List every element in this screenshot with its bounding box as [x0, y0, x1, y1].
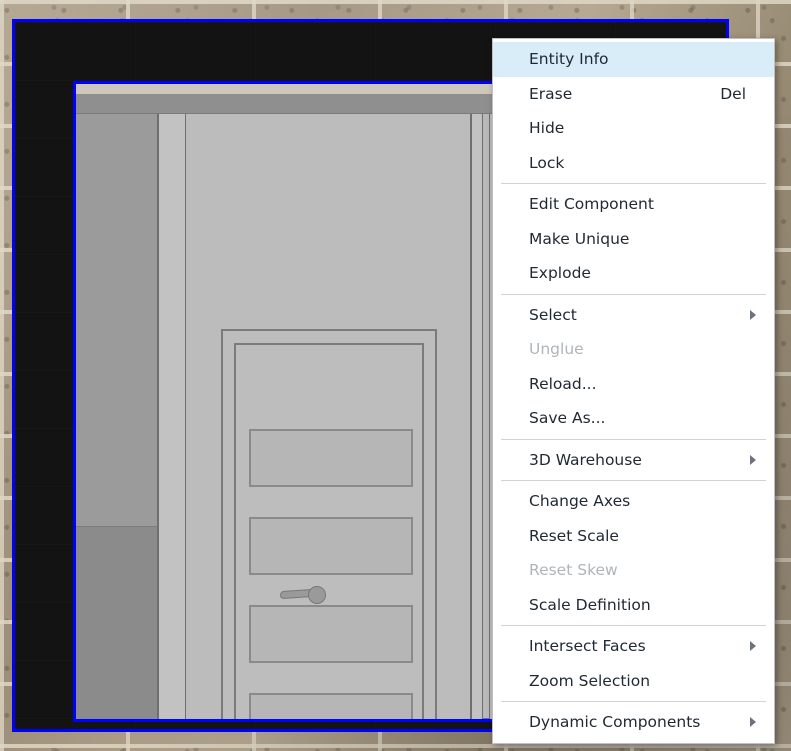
menu-item-label: Edit Component [529, 195, 654, 214]
left-wall-shadow-face [76, 526, 158, 719]
menu-item-dynamic-components[interactable]: Dynamic Components [493, 705, 774, 740]
door-panel-4 [249, 693, 413, 719]
chevron-right-icon [750, 641, 756, 652]
menu-separator [501, 293, 766, 295]
menu-separator [501, 701, 766, 702]
menu-item-label: Explode [529, 264, 591, 283]
menu-item-label: Save As... [529, 409, 606, 428]
menu-item-reset-scale[interactable]: Reset Scale [493, 519, 774, 554]
menu-item-intersect-faces[interactable]: Intersect Faces [493, 629, 774, 664]
menu-item-label: Unglue [529, 340, 584, 359]
menu-item-explode[interactable]: Explode [493, 256, 774, 291]
menu-item-entity-info[interactable]: Entity Info [493, 42, 774, 77]
menu-item-scale-definition[interactable]: Scale Definition [493, 588, 774, 623]
chevron-right-icon [750, 717, 756, 728]
door-jamb-left [158, 114, 186, 719]
paneled-door[interactable] [221, 329, 437, 719]
menu-item-shortcut: Del [720, 84, 746, 103]
menu-item-reset-skew: Reset Skew [493, 553, 774, 588]
menu-item-label: Make Unique [529, 229, 630, 248]
screen: Entity Info Erase Del Hide Lock Edit Componen… [0, 0, 791, 751]
door-panel-2 [249, 517, 413, 575]
menu-item-label: Entity Info [529, 50, 609, 69]
menu-item-make-unique[interactable]: Make Unique [493, 222, 774, 257]
menu-separator [501, 438, 766, 440]
menu-item-change-axes[interactable]: Change Axes [493, 484, 774, 519]
menu-item-label: Hide [529, 119, 565, 138]
menu-item-3d-warehouse[interactable]: 3D Warehouse [493, 443, 774, 478]
menu-item-label: Dynamic Components [529, 713, 701, 732]
menu-item-label: Select [529, 305, 577, 324]
menu-item-erase[interactable]: Erase Del [493, 77, 774, 112]
menu-item-unglue: Unglue [493, 332, 774, 367]
menu-item-label: Scale Definition [529, 595, 651, 614]
menu-item-hide[interactable]: Hide [493, 111, 774, 146]
menu-item-label: Lock [529, 153, 565, 172]
door-jamb-right [471, 114, 483, 719]
menu-item-label: Change Axes [529, 492, 631, 511]
chevron-right-icon [750, 454, 756, 465]
context-menu[interactable]: Entity Info Erase Del Hide Lock Edit Componen… [492, 38, 775, 744]
menu-item-label: Intersect Faces [529, 637, 646, 656]
menu-item-label: Reset Scale [529, 526, 619, 545]
door-handle-rose[interactable] [308, 586, 326, 604]
menu-item-label: Reload... [529, 374, 597, 393]
menu-item-label: Reset Skew [529, 561, 618, 580]
door-panel-1 [249, 429, 413, 487]
menu-item-label: Erase [529, 84, 573, 103]
menu-item-edit-component[interactable]: Edit Component [493, 187, 774, 222]
menu-separator [501, 480, 766, 481]
door-panel-3 [249, 605, 413, 663]
menu-item-lock[interactable]: Lock [493, 146, 774, 181]
menu-item-zoom-selection[interactable]: Zoom Selection [493, 664, 774, 699]
chevron-right-icon [750, 309, 756, 320]
menu-separator [501, 183, 766, 184]
menu-item-reload[interactable]: Reload... [493, 367, 774, 402]
menu-item-label: 3D Warehouse [529, 450, 642, 469]
menu-separator [501, 625, 766, 626]
menu-item-select[interactable]: Select [493, 298, 774, 333]
menu-item-save-as[interactable]: Save As... [493, 401, 774, 436]
menu-item-label: Zoom Selection [529, 671, 651, 690]
